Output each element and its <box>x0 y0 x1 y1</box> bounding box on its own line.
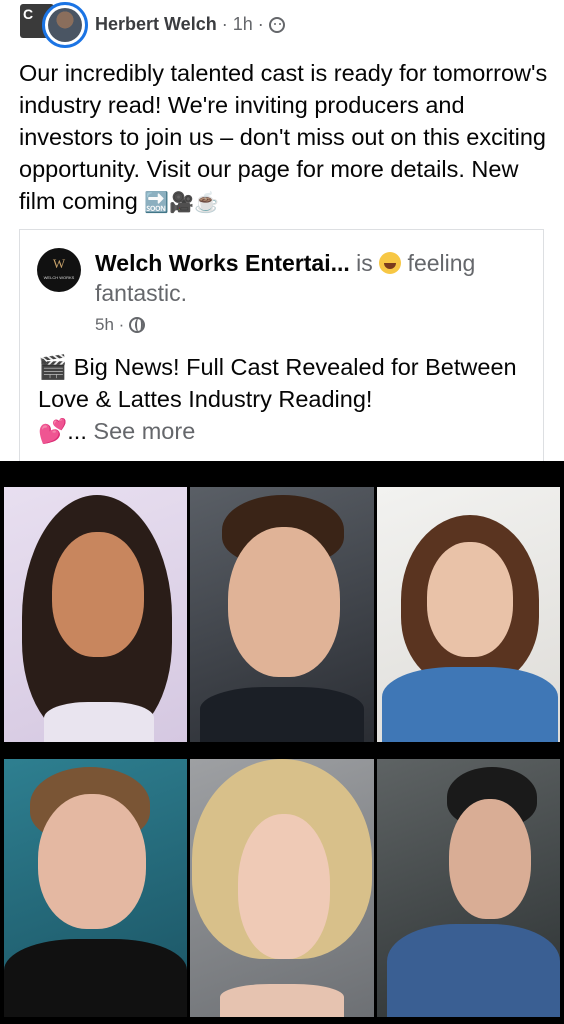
page-logo-text: WELCH WORKS <box>43 275 75 280</box>
headshot-1[interactable] <box>4 487 187 742</box>
page-logo-letter: W <box>52 256 66 271</box>
laughing-emoji-icon <box>379 252 402 274</box>
post-body: Our incredibly talented cast is ready fo… <box>19 60 548 214</box>
headshot-6[interactable] <box>377 759 560 1017</box>
is-text: is <box>349 250 380 276</box>
author-name[interactable]: Herbert Welch <box>95 14 217 34</box>
shared-post-text: 🎬 Big News! Full Cast Revealed for Betwe… <box>38 351 538 447</box>
shared-page-name[interactable]: Welch Works Entertai... <box>95 250 350 276</box>
shirt <box>200 687 364 742</box>
post-emojis: 🔜🎥☕ <box>144 192 220 214</box>
page-logo[interactable]: W WELCH WORKS <box>37 248 81 292</box>
author-line: Herbert Welch · 1h · <box>95 14 285 35</box>
cast-photo-grid[interactable] <box>0 461 564 1024</box>
headshot-3[interactable] <box>377 487 560 742</box>
post-text: Our incredibly talented cast is ready fo… <box>19 57 549 219</box>
separator: · <box>113 315 130 334</box>
ellipsis: ... <box>67 418 94 444</box>
face <box>449 799 531 919</box>
headshot-2[interactable] <box>190 487 374 742</box>
face <box>427 542 513 657</box>
clapper-emoji: 🎬 <box>38 354 68 380</box>
face <box>228 527 340 677</box>
headshot-4[interactable] <box>4 759 187 1017</box>
shared-body: Big News! Full Cast Revealed for Between… <box>38 354 517 412</box>
post-time[interactable]: 1h <box>233 14 253 34</box>
see-more-link[interactable]: See more <box>93 418 195 444</box>
shoulders <box>220 984 344 1017</box>
shirt <box>387 924 560 1017</box>
hearts-emoji: 💕 <box>38 418 68 444</box>
globe-icon <box>129 317 146 333</box>
author-avatar[interactable] <box>42 2 88 48</box>
post-header: C Herbert Welch · 1h · <box>0 0 564 52</box>
face <box>38 794 146 929</box>
headshot-5[interactable] <box>190 759 374 1017</box>
shirt <box>44 702 154 742</box>
separator: · <box>216 14 233 34</box>
friends-audience-icon <box>268 17 285 33</box>
face <box>238 814 330 959</box>
face <box>52 532 144 657</box>
shared-post-card[interactable]: W WELCH WORKS Welch Works Entertai... is… <box>19 229 544 461</box>
separator: · <box>252 14 269 34</box>
avatar-image <box>48 8 82 42</box>
shared-time[interactable]: 5h <box>95 315 114 334</box>
shared-header-line: Welch Works Entertai... is feeling fanta… <box>95 248 525 308</box>
group-thumbnail-letter: C <box>23 6 34 22</box>
shirt <box>382 667 558 742</box>
shirt <box>4 939 187 1017</box>
shared-time-line: 5h · <box>95 315 146 335</box>
